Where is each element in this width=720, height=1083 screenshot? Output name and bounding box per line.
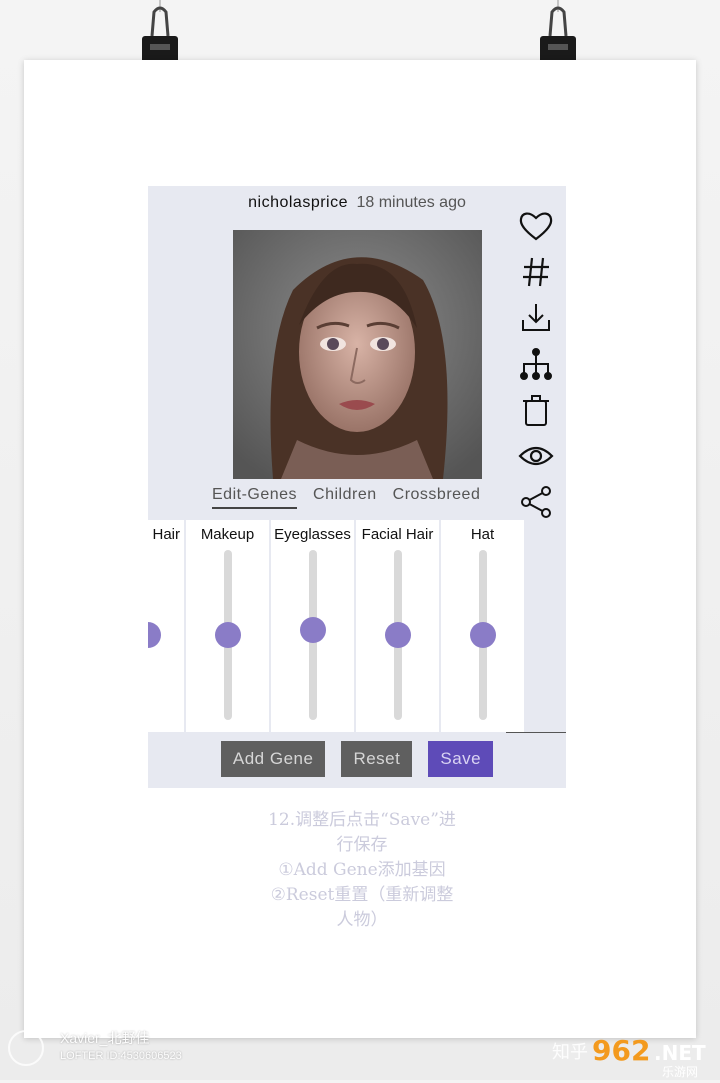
slider-thumb[interactable] (300, 616, 326, 643)
download-icon[interactable] (514, 296, 558, 340)
tab-crossbreed[interactable]: Crossbreed (393, 486, 481, 509)
family-tree-icon[interactable] (514, 342, 558, 386)
tab-children[interactable]: Children (313, 486, 377, 509)
site-watermark-logo: 知乎 962 .NET 乐游网 (550, 1030, 720, 1079)
reset-button[interactable]: Reset (341, 741, 413, 777)
side-action-bar (514, 204, 558, 526)
slider-thumb[interactable] (148, 622, 161, 648)
eye-icon[interactable] (514, 434, 558, 478)
gene-label: Facial Hair (361, 526, 434, 543)
watermark-name: Xavier_北野佳 (60, 1030, 150, 1046)
post-username[interactable]: nicholasprice (248, 194, 348, 211)
gene-label: Eyeglasses (274, 526, 351, 543)
portrait-image (233, 230, 482, 479)
svg-text:知乎: 知乎 (552, 1042, 588, 1063)
instruction-caption: 12.调整后点击“Save”进 行保存 ①Add Gene添加基因 ②Reset… (240, 808, 484, 933)
svg-text:乐游网: 乐游网 (662, 1065, 698, 1078)
gene-facial-hair: Facial Hair (356, 520, 439, 732)
gene-label: Makeup (200, 526, 255, 543)
slider-thumb[interactable] (470, 622, 496, 648)
watermark-id: LOFTER ID:4530606523 (60, 1050, 182, 1062)
caption-line: 12.调整后点击“Save”进 (268, 810, 456, 830)
tab-edit-genes[interactable]: Edit-Genes (212, 486, 298, 509)
heart-icon[interactable] (514, 204, 558, 248)
post-header: nicholasprice 18 minutes ago (148, 194, 566, 212)
divider (506, 732, 566, 733)
gene-label: Hair (152, 526, 180, 543)
gene-label: Hat (470, 526, 495, 543)
gene-tabs: Edit-Genes Children Crossbreed (212, 486, 480, 509)
post-timestamp: 18 minutes ago (356, 194, 466, 211)
svg-text:962: 962 (592, 1034, 650, 1067)
gene-makeup: Makeup (186, 520, 269, 732)
hashtag-icon[interactable] (514, 250, 558, 294)
svg-text:.NET: .NET (654, 1041, 706, 1065)
save-button[interactable]: Save (428, 741, 494, 777)
caption-line: 行保存 (336, 835, 388, 855)
action-buttons: Add Gene Reset Save (148, 741, 566, 777)
caption-line: ①Add Gene添加基因 (278, 860, 446, 880)
share-icon[interactable] (514, 480, 558, 524)
lofter-logo-icon (8, 1030, 44, 1066)
slider-thumb[interactable] (215, 622, 241, 648)
gene-hat: Hat (441, 520, 524, 732)
gene-sliders: Hair Makeup Eyeglasses Facial Hair Hat (148, 520, 526, 732)
caption-line: 人物） (336, 910, 388, 930)
slider-thumb[interactable] (385, 622, 411, 648)
gene-hair: Hair (148, 520, 184, 732)
app-screenshot: nicholasprice 18 minutes ago Edit-Genes … (148, 186, 566, 788)
gene-eyeglasses: Eyeglasses (271, 520, 354, 732)
caption-line: ②Reset重置（重新调整 (270, 885, 454, 905)
trash-icon[interactable] (514, 388, 558, 432)
add-gene-button[interactable]: Add Gene (220, 741, 326, 777)
